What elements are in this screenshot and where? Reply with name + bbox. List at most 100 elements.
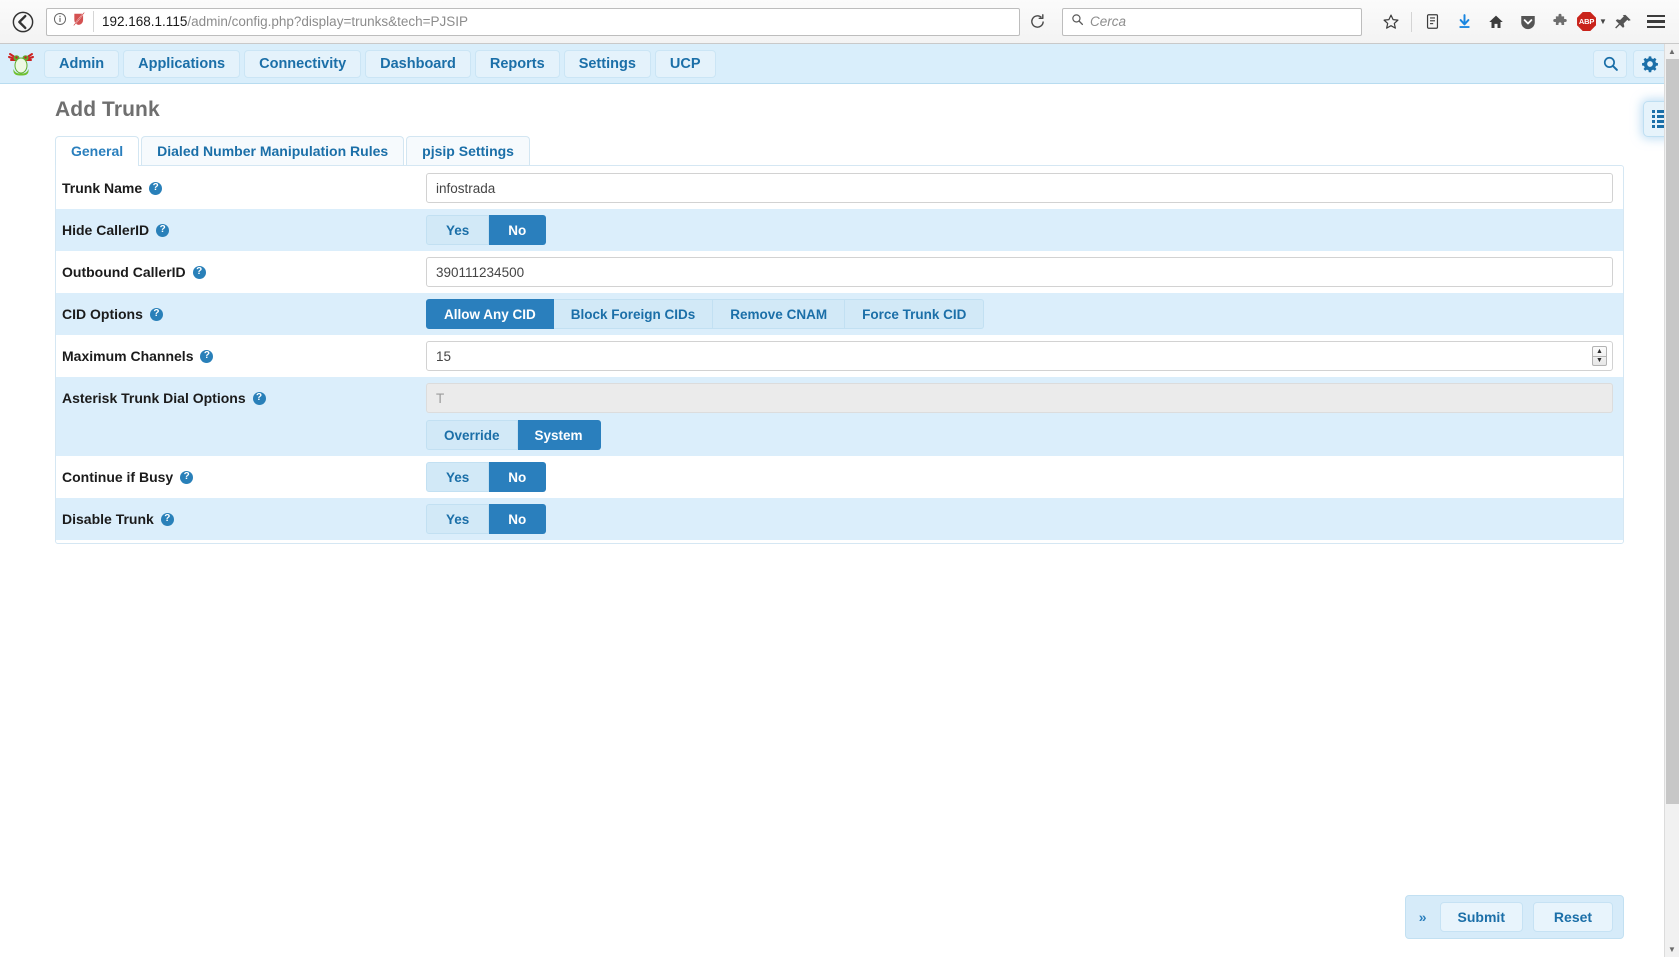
help-icon[interactable]: ? [160, 512, 174, 526]
label-disable-trunk-text: Disable Trunk [62, 511, 154, 527]
nav-admin[interactable]: Admin [44, 49, 120, 78]
bookmark-star-icon[interactable] [1376, 7, 1406, 37]
cid-option-remove-cnam[interactable]: Remove CNAM [713, 299, 846, 329]
help-icon[interactable]: ? [192, 265, 206, 279]
nav-reports[interactable]: Reports [474, 49, 560, 78]
label-maximum-channels-text: Maximum Channels [62, 348, 194, 364]
scrollbar-thumb[interactable] [1666, 59, 1679, 804]
hide-callerid-yes[interactable]: Yes [426, 215, 490, 245]
label-hide-callerid: Hide CallerID ? [56, 209, 426, 248]
gear-icon[interactable] [1633, 49, 1667, 78]
cid-option-allow-any-cid[interactable]: Allow Any CID [426, 299, 554, 329]
browser-search-bar[interactable]: Cerca [1062, 7, 1362, 36]
toolbar-divider [1411, 11, 1412, 32]
expand-actions-icon[interactable]: » [1416, 909, 1430, 925]
help-icon[interactable]: ? [149, 307, 163, 321]
nav-dashboard[interactable]: Dashboard [365, 49, 471, 78]
maximum-channels-input[interactable] [426, 341, 1613, 371]
label-cid-options: CID Options ? [56, 293, 426, 332]
adblock-plus-icon[interactable]: ABP ▼ [1577, 7, 1607, 37]
label-outbound-callerid-text: Outbound CallerID [62, 264, 186, 280]
label-disable-trunk: Disable Trunk ? [56, 498, 426, 537]
url-bar[interactable]: 192.168.1.115/admin/config.php?display=t… [46, 7, 1020, 36]
url-identity-icons [53, 11, 94, 32]
search-icon[interactable] [1593, 49, 1627, 78]
submit-button[interactable]: Submit [1439, 902, 1523, 932]
control-continue-if-busy: Yes No [426, 456, 1623, 498]
browser-toolbar: 192.168.1.115/admin/config.php?display=t… [0, 0, 1679, 44]
form-row-hide-callerid: Hide CallerID ? Yes No [56, 209, 1623, 251]
nav-connectivity[interactable]: Connectivity [244, 49, 362, 78]
asterisk-dial-options-input[interactable] [426, 383, 1613, 413]
label-asterisk-trunk-dial-options-text: Asterisk Trunk Dial Options [62, 390, 246, 406]
scroll-up-icon[interactable]: ▲ [1665, 44, 1679, 59]
tab-dialed-number-manipulation-rules[interactable]: Dialed Number Manipulation Rules [141, 136, 405, 165]
info-icon[interactable] [53, 12, 67, 31]
freepbx-top-nav: Admin Applications Connectivity Dashboar… [0, 44, 1679, 84]
label-trunk-name-text: Trunk Name [62, 180, 143, 196]
trunk-form-panel: Trunk Name ? Hide CallerID ? Yes No [55, 165, 1624, 544]
back-arrow-icon[interactable] [8, 7, 38, 37]
hide-callerid-toggle: Yes No [426, 215, 547, 245]
maximum-channels-stepper[interactable]: ▲ ▼ [1592, 346, 1607, 366]
help-icon[interactable]: ? [156, 223, 170, 237]
label-continue-if-busy-text: Continue if Busy [62, 469, 174, 485]
stepper-down-icon[interactable]: ▼ [1593, 357, 1606, 366]
help-icon[interactable]: ? [200, 349, 214, 363]
label-cid-options-text: CID Options [62, 306, 143, 322]
tab-pjsip-settings[interactable]: pjsip Settings [406, 136, 530, 165]
control-maximum-channels: ▲ ▼ [426, 335, 1623, 377]
dial-options-override[interactable]: Override [426, 420, 518, 450]
disable-trunk-no[interactable]: No [489, 504, 547, 534]
nav-ucp[interactable]: UCP [654, 49, 716, 78]
control-trunk-name [426, 167, 1623, 209]
control-asterisk-trunk-dial-options: Override System [426, 377, 1623, 456]
label-outbound-callerid: Outbound CallerID ? [56, 251, 426, 290]
nav-applications[interactable]: Applications [123, 49, 241, 78]
pocket-shield-icon[interactable] [1513, 7, 1543, 37]
page-title: Add Trunk [55, 98, 160, 121]
reset-button[interactable]: Reset [1533, 902, 1613, 932]
tab-general[interactable]: General [55, 136, 140, 166]
outbound-callerid-input[interactable] [426, 257, 1613, 287]
extension-icon[interactable] [1545, 7, 1575, 37]
help-icon[interactable]: ? [149, 181, 163, 195]
help-icon[interactable]: ? [180, 470, 194, 484]
help-icon[interactable]: ? [252, 391, 266, 405]
url-text[interactable]: 192.168.1.115/admin/config.php?display=t… [102, 14, 1015, 29]
nav-settings[interactable]: Settings [563, 49, 651, 78]
reload-icon[interactable] [1024, 9, 1050, 35]
maximum-channels-wrap: ▲ ▼ [426, 341, 1613, 371]
trunk-name-input[interactable] [426, 173, 1613, 203]
control-hide-callerid: Yes No [426, 209, 1623, 251]
continue-if-busy-toggle: Yes No [426, 462, 547, 492]
chevron-down-icon[interactable]: ▼ [1599, 17, 1607, 26]
label-continue-if-busy: Continue if Busy ? [56, 456, 426, 495]
pin-icon[interactable] [1609, 7, 1639, 37]
home-icon[interactable] [1481, 7, 1511, 37]
label-maximum-channels: Maximum Channels ? [56, 335, 426, 374]
control-outbound-callerid [426, 251, 1623, 293]
download-arrow-icon[interactable] [1449, 7, 1479, 37]
continue-if-busy-no[interactable]: No [489, 462, 547, 492]
continue-if-busy-yes[interactable]: Yes [426, 462, 490, 492]
stepper-up-icon[interactable]: ▲ [1593, 347, 1606, 357]
cid-option-block-foreign-cids[interactable]: Block Foreign CIDs [553, 299, 714, 329]
form-row-continue-if-busy: Continue if Busy ? Yes No [56, 456, 1623, 498]
hide-callerid-no[interactable]: No [489, 215, 547, 245]
form-row-trunk-name: Trunk Name ? [56, 167, 1623, 209]
disable-trunk-yes[interactable]: Yes [426, 504, 490, 534]
nav-right-actions [1593, 49, 1667, 78]
label-hide-callerid-text: Hide CallerID [62, 222, 150, 238]
menu-hamburger-icon[interactable] [1641, 7, 1671, 37]
scroll-down-icon[interactable]: ▼ [1665, 942, 1679, 957]
page-content: Add Trunk General Dialed Number Manipula… [0, 84, 1679, 957]
dial-options-system[interactable]: System [517, 420, 601, 450]
tracking-protection-icon[interactable] [72, 11, 86, 32]
page-scrollbar[interactable]: ▲ ▼ [1664, 44, 1679, 957]
cid-option-force-trunk-cid[interactable]: Force Trunk CID [845, 299, 985, 329]
form-row-outbound-callerid: Outbound CallerID ? [56, 251, 1623, 293]
freepbx-frog-logo[interactable] [6, 49, 36, 79]
reader-list-icon[interactable] [1417, 7, 1447, 37]
control-disable-trunk: Yes No [426, 498, 1623, 540]
